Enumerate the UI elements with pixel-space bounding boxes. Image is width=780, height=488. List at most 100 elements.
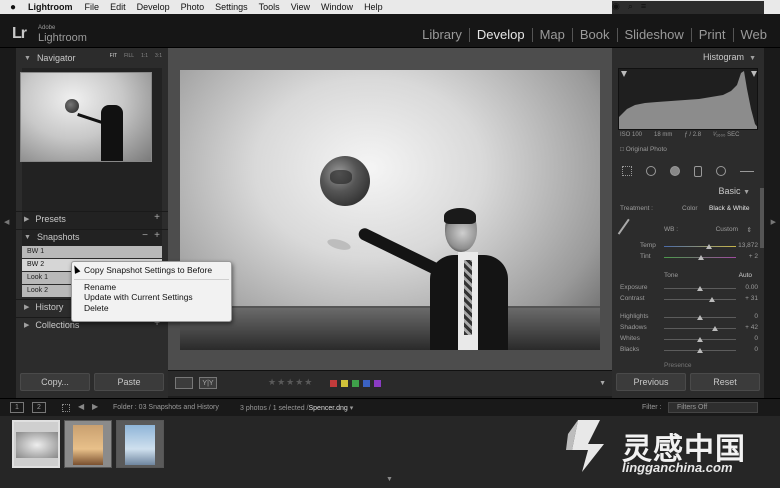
- tint-knob[interactable]: [697, 255, 704, 260]
- blacks-slider[interactable]: [664, 348, 736, 353]
- reset-button[interactable]: Reset: [690, 373, 760, 391]
- filename[interactable]: Spencer.dng: [309, 405, 348, 412]
- paste-button[interactable]: Paste: [94, 373, 164, 391]
- temp-slider[interactable]: [664, 244, 736, 249]
- histogram-header[interactable]: Histogram ▼: [703, 52, 756, 62]
- contrast-knob[interactable]: [708, 297, 715, 302]
- main-photo[interactable]: [180, 70, 600, 350]
- wb-select[interactable]: Custom: [716, 226, 738, 233]
- copy-button[interactable]: Copy...: [20, 373, 90, 391]
- menu-help[interactable]: Help: [364, 2, 383, 12]
- spot-removal-icon[interactable]: [646, 166, 656, 176]
- add-preset-icon[interactable]: +: [154, 212, 160, 223]
- previous-button[interactable]: Previous: [616, 373, 686, 391]
- exposure-slider[interactable]: [664, 286, 736, 291]
- histogram[interactable]: [618, 68, 758, 130]
- right-panel-scrollbar[interactable]: [760, 188, 764, 248]
- collapse-filmstrip-icon[interactable]: ▼: [386, 476, 393, 483]
- primary-window-button[interactable]: 1: [10, 402, 24, 413]
- add-snapshot-icon[interactable]: +: [154, 230, 160, 241]
- shadows-slider[interactable]: [664, 326, 736, 331]
- color-label-2[interactable]: [352, 380, 359, 387]
- filmstrip-thumb-selected[interactable]: [12, 420, 60, 468]
- crop-overlay-icon[interactable]: [622, 166, 632, 176]
- blacks-value[interactable]: 0: [754, 346, 758, 353]
- module-book[interactable]: Book: [571, 28, 617, 42]
- wb-dropdown-icon[interactable]: ⇕: [747, 226, 752, 234]
- presets-header[interactable]: ▶ Presets: [16, 211, 168, 227]
- forward-arrow-icon[interactable]: ▶: [92, 402, 98, 411]
- shadows-knob[interactable]: [712, 326, 719, 331]
- shadows-value[interactable]: + 42: [745, 324, 758, 331]
- right-panel-edge[interactable]: ▶: [764, 48, 780, 398]
- filmstrip-thumb[interactable]: [116, 420, 164, 468]
- color-label-1[interactable]: [341, 380, 348, 387]
- menu-photo[interactable]: Photo: [181, 2, 205, 12]
- highlights-value[interactable]: 0: [754, 313, 758, 320]
- left-panel-edge[interactable]: ◀: [0, 48, 16, 398]
- tone-auto-button[interactable]: Auto: [739, 272, 752, 279]
- temp-value[interactable]: 13,872: [738, 242, 758, 249]
- apple-icon[interactable]: ●: [10, 2, 16, 13]
- module-library[interactable]: Library: [415, 28, 469, 42]
- collapse-left-icon[interactable]: ◀: [4, 218, 9, 226]
- exposure-knob[interactable]: [697, 286, 703, 291]
- exposure-value[interactable]: 0.00: [745, 284, 758, 291]
- module-print[interactable]: Print: [690, 28, 733, 42]
- wb-selector-icon[interactable]: [617, 218, 637, 240]
- zoom-3-1[interactable]: 3:1: [155, 53, 162, 59]
- menu-item-copy-settings[interactable]: Copy Snapshot Settings to Before: [72, 265, 231, 276]
- color-label-3[interactable]: [363, 380, 370, 387]
- grid-view-icon[interactable]: [62, 404, 70, 412]
- menu-item-rename[interactable]: Rename: [72, 282, 231, 293]
- module-web[interactable]: Web: [732, 28, 775, 42]
- treatment-bw[interactable]: Black & White: [709, 205, 749, 212]
- highlights-knob[interactable]: [697, 315, 703, 320]
- module-slideshow[interactable]: Slideshow: [616, 28, 691, 42]
- menu-item-delete[interactable]: Delete: [72, 303, 231, 314]
- contrast-slider[interactable]: [664, 297, 736, 302]
- navigator-preview[interactable]: [20, 72, 152, 162]
- secondary-window-button[interactable]: 2: [32, 402, 46, 413]
- basic-header[interactable]: Basic ▼: [719, 186, 756, 196]
- snapshot-item[interactable]: BW 1: [22, 246, 162, 258]
- menu-develop[interactable]: Develop: [137, 2, 170, 12]
- back-arrow-icon[interactable]: ◀: [78, 402, 84, 411]
- highlights-slider[interactable]: [664, 315, 736, 320]
- menu-window[interactable]: Window: [321, 2, 353, 12]
- module-map[interactable]: Map: [531, 28, 572, 42]
- filter-select[interactable]: Filters Off: [668, 402, 758, 413]
- remove-snapshot-icon[interactable]: −: [142, 230, 148, 241]
- folder-path[interactable]: Folder : 03 Snapshots and History: [113, 404, 219, 411]
- temp-knob[interactable]: [705, 244, 712, 249]
- collapse-right-icon[interactable]: ▶: [771, 218, 776, 226]
- menu-tools[interactable]: Tools: [259, 2, 280, 12]
- menu-settings[interactable]: Settings: [215, 2, 248, 12]
- menu-item-update[interactable]: Update with Current Settings: [72, 292, 231, 303]
- color-label-4[interactable]: [374, 380, 381, 387]
- graduated-filter-icon[interactable]: [694, 165, 702, 177]
- original-photo-toggle[interactable]: □ Original Photo: [620, 146, 667, 153]
- tint-value[interactable]: + 2: [749, 253, 758, 260]
- whites-knob[interactable]: [697, 337, 703, 342]
- zoom-fill[interactable]: FILL: [124, 53, 134, 59]
- menu-edit[interactable]: Edit: [110, 2, 126, 12]
- toolbar-menu-icon[interactable]: ▼: [599, 380, 606, 387]
- zoom-1-1[interactable]: 1:1: [141, 53, 148, 59]
- menu-view[interactable]: View: [291, 2, 310, 12]
- tint-slider[interactable]: [664, 255, 736, 260]
- filmstrip-thumb[interactable]: [64, 420, 112, 468]
- radial-filter-icon[interactable]: [716, 166, 726, 176]
- loupe-view-icon[interactable]: [175, 377, 193, 389]
- menu-file[interactable]: File: [85, 2, 100, 12]
- zoom-fit[interactable]: FIT: [110, 53, 118, 59]
- before-after-button[interactable]: Y|Y: [199, 377, 217, 389]
- red-eye-icon[interactable]: [670, 166, 680, 176]
- contrast-value[interactable]: + 31: [745, 295, 758, 302]
- whites-value[interactable]: 0: [754, 335, 758, 342]
- adjustment-brush-icon[interactable]: [740, 170, 754, 172]
- blacks-knob[interactable]: [697, 348, 703, 353]
- app-menu[interactable]: Lightroom: [28, 2, 73, 12]
- module-develop[interactable]: Develop: [468, 28, 532, 42]
- color-label-0[interactable]: [330, 380, 337, 387]
